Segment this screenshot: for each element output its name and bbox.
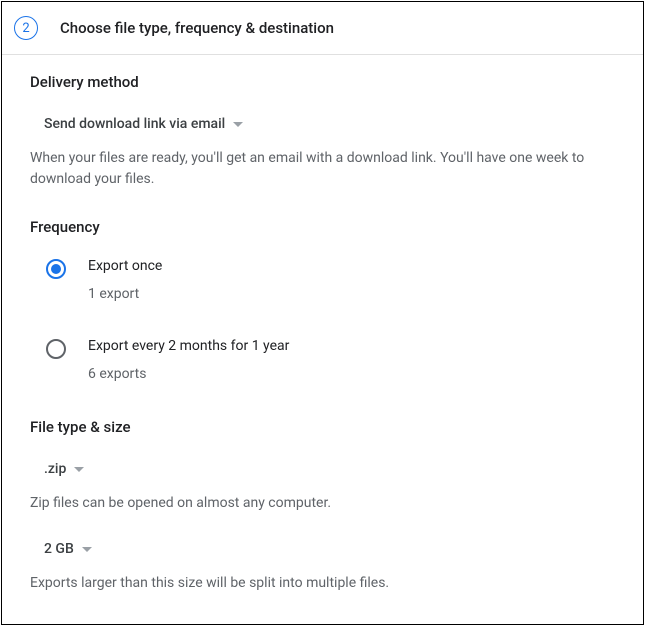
frequency-option-bimonthly-sublabel: 6 exports [88, 366, 289, 382]
frequency-section: Frequency Export once 1 export Export ev… [30, 218, 615, 382]
frequency-title: Frequency [30, 218, 615, 236]
frequency-option-once-sublabel: 1 export [88, 286, 162, 302]
frequency-option-once[interactable]: Export once 1 export [30, 258, 615, 302]
chevron-down-icon [233, 122, 243, 127]
chevron-down-icon [82, 547, 92, 552]
frequency-option-bimonthly[interactable]: Export every 2 months for 1 year 6 expor… [30, 338, 615, 382]
file-type-size-section: File type & size .zip Zip files can be o… [30, 418, 615, 594]
frequency-option-once-label: Export once [88, 258, 162, 274]
file-size-help: Exports larger than this size will be sp… [30, 573, 615, 594]
step-header: 2 Choose file type, frequency & destinat… [2, 2, 643, 55]
delivery-method-section: Delivery method Send download link via e… [30, 73, 615, 190]
delivery-method-help: When your files are ready, you'll get an… [30, 148, 615, 190]
frequency-option-bimonthly-label: Export every 2 months for 1 year [88, 338, 289, 354]
step-title: Choose file type, frequency & destinatio… [60, 19, 334, 37]
radio-button-unselected-icon [46, 339, 66, 359]
delivery-method-dropdown[interactable]: Send download link via email [44, 114, 243, 134]
radio-button-selected-icon [46, 259, 66, 279]
step-number: 2 [22, 21, 29, 36]
file-type-selected: .zip [44, 461, 66, 477]
file-type-size-title: File type & size [30, 418, 615, 436]
step-content: Delivery method Send download link via e… [2, 55, 643, 594]
file-type-dropdown[interactable]: .zip [44, 459, 84, 479]
frequency-radio-group: Export once 1 export Export every 2 mont… [30, 258, 615, 382]
delivery-method-selected: Send download link via email [44, 116, 225, 132]
file-type-help: Zip files can be opened on almost any co… [30, 493, 615, 514]
step-number-badge: 2 [14, 16, 38, 40]
export-settings-panel: 2 Choose file type, frequency & destinat… [1, 1, 644, 625]
chevron-down-icon [74, 467, 84, 472]
file-size-selected: 2 GB [44, 541, 74, 557]
delivery-method-title: Delivery method [30, 73, 615, 91]
file-size-dropdown[interactable]: 2 GB [44, 539, 92, 559]
